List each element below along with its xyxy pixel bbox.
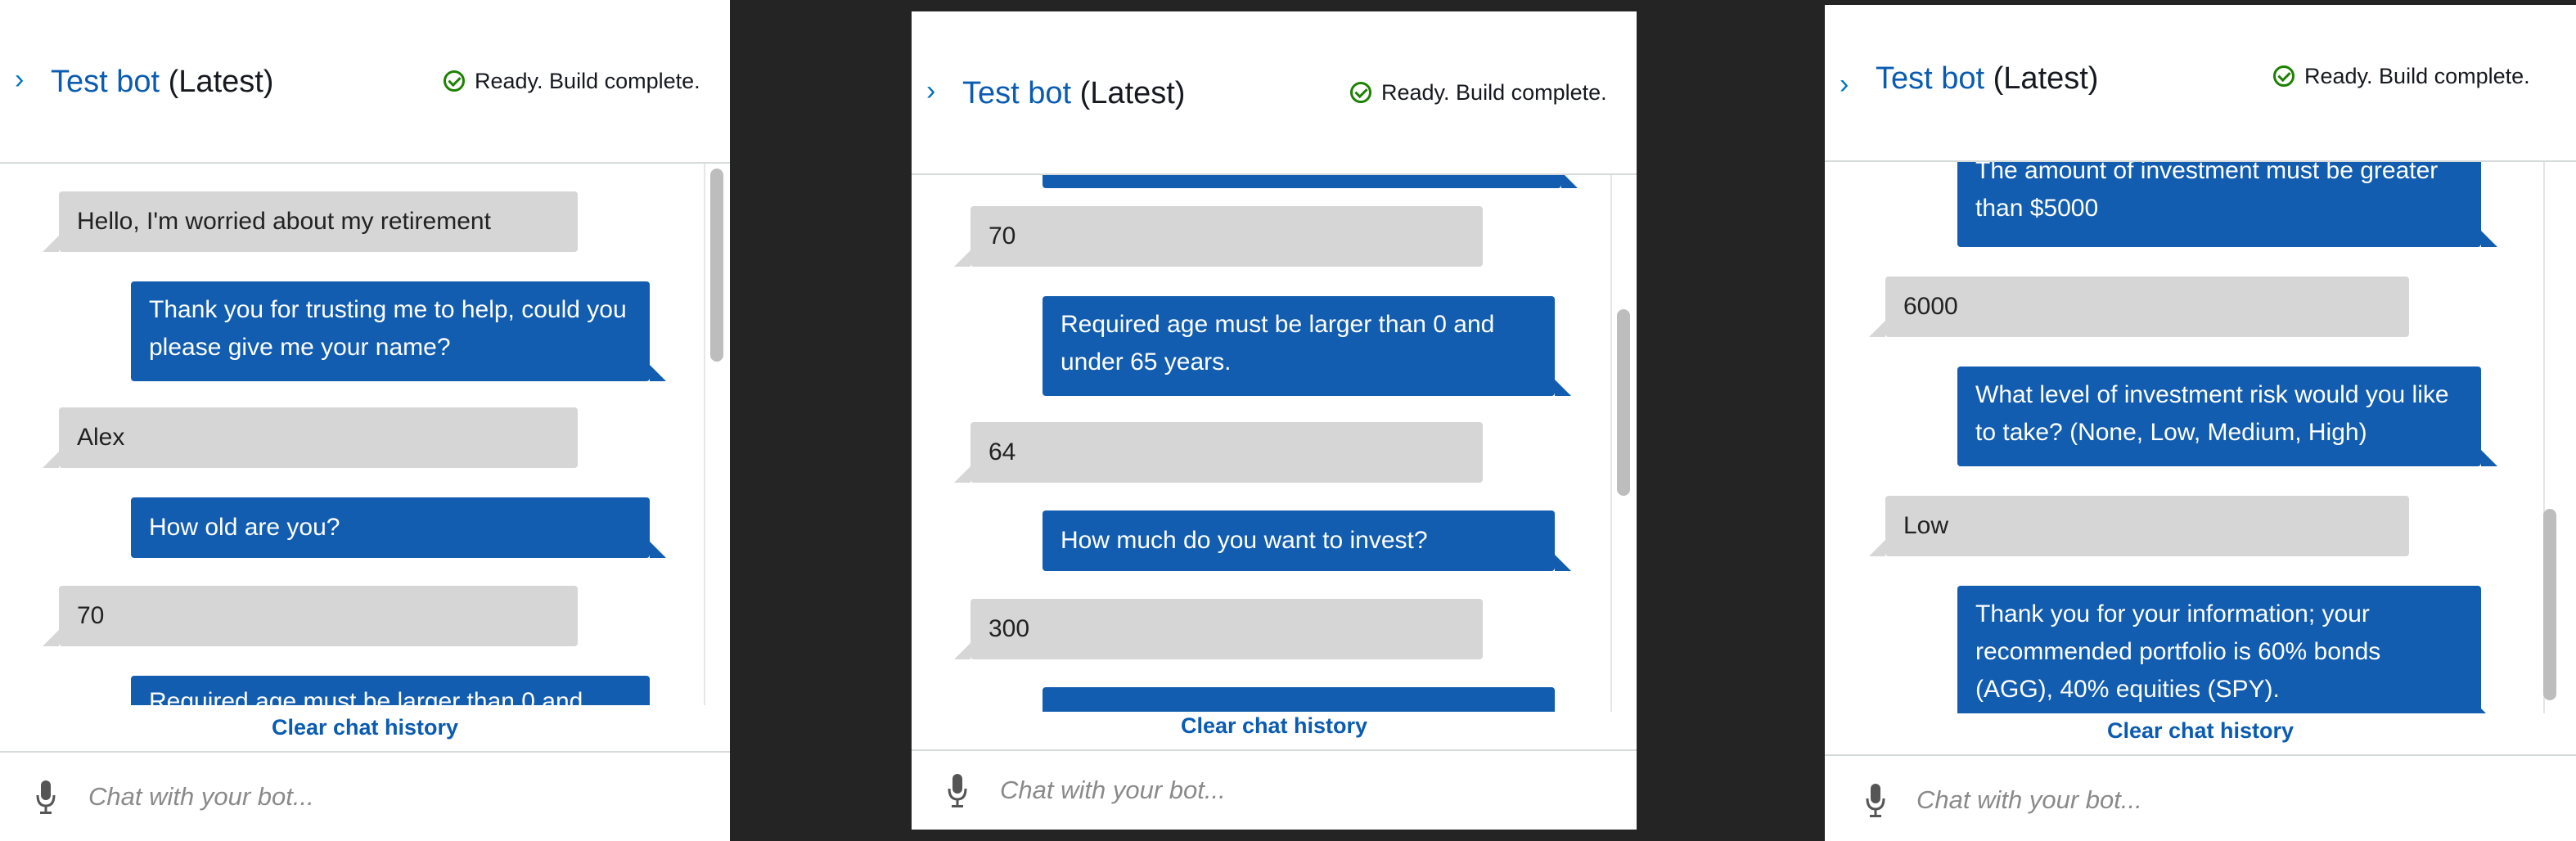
scrollbar-track [704,164,705,705]
chat-panel-1: › Test bot (Latest) Ready. Build complet… [0,0,730,841]
bot-title: Test bot (Latest) [51,64,273,100]
bot-version: (Latest) [1079,76,1186,110]
bot-message [1043,175,1578,188]
bot-title: Test bot (Latest) [962,75,1185,111]
user-message: 6000 [1869,277,2409,337]
message-list: Hello, I'm worried about my retirement T… [0,164,730,705]
chevron-right-icon[interactable]: › [1840,70,1858,98]
clear-chat-history-link[interactable]: Clear chat history [0,713,730,741]
chat-input[interactable] [1916,784,2489,816]
bot-message: How old are you? [131,497,666,558]
chevron-right-icon[interactable]: › [15,65,33,93]
check-circle-icon [2273,65,2295,87]
chat-panel-2: › Test bot (Latest) Ready. Build complet… [912,11,1637,830]
message-list: 70 Required age must be larger than 0 an… [912,175,1637,715]
bot-message: The amount of investment must be greater… [1957,162,2497,247]
bot-message [1043,687,1555,715]
chat-header: › Test bot (Latest) Ready. Build complet… [912,11,1637,175]
user-message: 70 [43,586,578,646]
chat-input-bar [912,749,1637,830]
build-status: Ready. Build complete. [444,67,700,95]
bot-version: (Latest) [1993,61,2099,96]
scrollbar-thumb[interactable] [2543,509,2556,700]
build-status-text: Ready. Build complete. [2304,64,2530,88]
chat-input-bar [1825,754,2576,841]
microphone-icon[interactable] [948,772,967,808]
bot-name[interactable]: Test bot [1876,61,1984,96]
user-message: 64 [954,422,1483,483]
build-status: Ready. Build complete. [2273,62,2530,90]
check-circle-icon [444,70,465,92]
chat-header: › Test bot (Latest) Ready. Build complet… [0,0,730,164]
build-status-text: Ready. Build complete. [475,69,700,93]
chat-header: › Test bot (Latest) Ready. Build complet… [1825,5,2576,162]
chat-input[interactable] [88,780,661,813]
user-message: Hello, I'm worried about my retirement [43,191,578,252]
chat-input[interactable] [1000,774,1573,807]
bot-name[interactable]: Test bot [962,76,1071,110]
user-message: 70 [954,206,1483,267]
clear-chat-history-link[interactable]: Clear chat history [912,712,1637,740]
bot-message: Required age must be larger than 0 and [131,676,650,705]
scrollbar-track [1610,175,1612,715]
bot-message: Required age must be larger than 0 and u… [1043,296,1571,396]
bot-message: How much do you want to invest? [1043,510,1571,571]
build-status: Ready. Build complete. [1350,79,1607,106]
check-circle-icon [1350,82,1371,103]
bot-message: What level of investment risk would you … [1957,367,2497,466]
scrollbar-thumb[interactable] [1617,309,1630,496]
bot-message: Thank you for your information; your rec… [1957,586,2497,713]
user-message: 300 [954,599,1483,659]
microphone-icon[interactable] [1866,782,1885,818]
bot-title: Test bot (Latest) [1876,61,2098,97]
message-list: The amount of investment must be greater… [1825,162,2576,713]
microphone-icon[interactable] [36,779,56,815]
bot-message: Thank you for trusting me to help, could… [131,281,666,381]
chat-panel-3: › Test bot (Latest) Ready. Build complet… [1825,5,2576,841]
clear-chat-history-link[interactable]: Clear chat history [1825,717,2576,744]
chevron-right-icon[interactable]: › [926,77,944,105]
chat-input-bar [0,751,730,841]
user-message: Alex [43,407,578,468]
user-message: Low [1869,496,2409,556]
scrollbar-thumb[interactable] [710,169,723,362]
bot-version: (Latest) [168,65,274,99]
build-status-text: Ready. Build complete. [1381,80,1607,105]
bot-name[interactable]: Test bot [51,65,160,99]
